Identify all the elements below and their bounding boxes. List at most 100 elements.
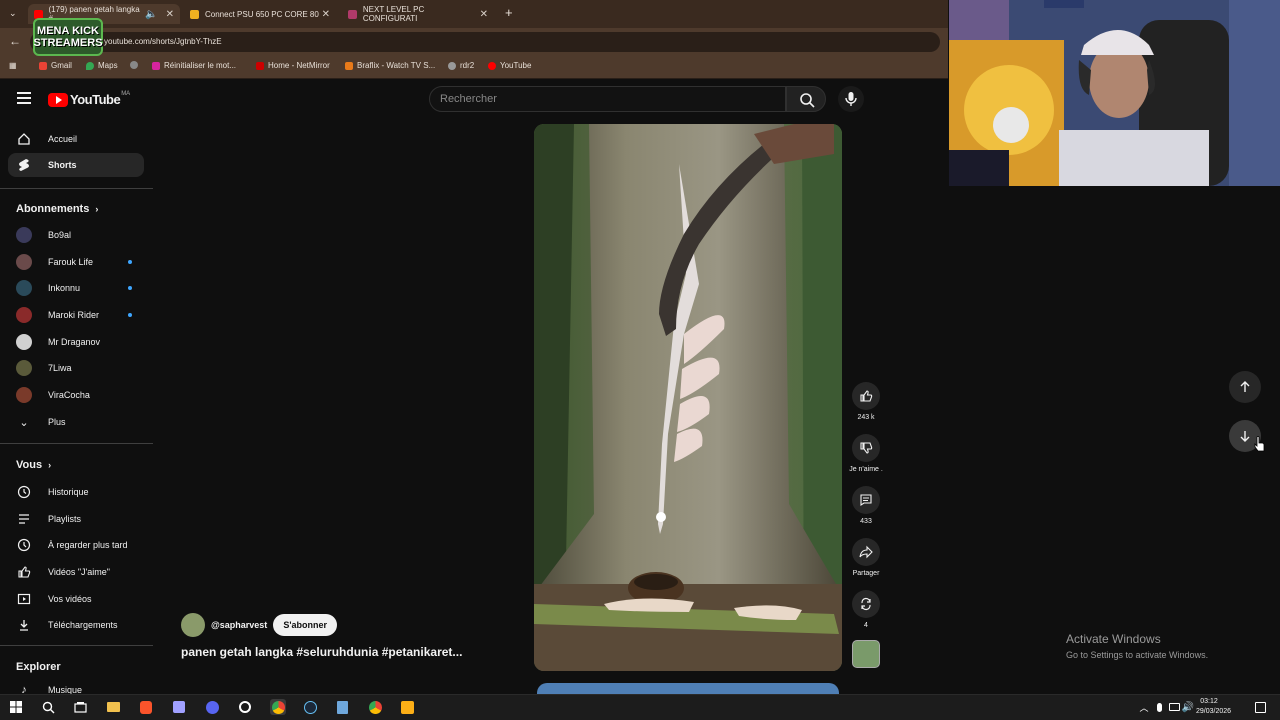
sidebar-item-playlists[interactable]: Playlists: [8, 507, 144, 531]
like-button[interactable]: [852, 382, 880, 410]
channel-avatar: [16, 360, 32, 376]
app-icon[interactable]: [237, 699, 253, 715]
bookmark-braflix[interactable]: Braflix - Watch TV S...: [345, 61, 435, 70]
search-button[interactable]: [786, 86, 826, 112]
taskbar-clock[interactable]: 03:12 29/03/2026: [1196, 697, 1231, 717]
gmail-icon: [39, 61, 47, 70]
tab-title: NEXT LEVEL PC CONFIGURATI: [362, 5, 425, 23]
tray-chevron-icon[interactable]: ︿: [1136, 699, 1152, 715]
tab-close-icon[interactable]: ✕: [322, 9, 330, 20]
chrome-icon[interactable]: [367, 699, 383, 715]
calendar-app-icon[interactable]: [171, 699, 187, 715]
bookmark-gmail[interactable]: Gmail: [39, 61, 72, 70]
sidebar-item-shorts[interactable]: Shorts: [8, 153, 144, 177]
brave-browser-icon[interactable]: [138, 699, 154, 715]
rockstar-launcher-icon[interactable]: [399, 699, 415, 715]
sidebar-item-liked[interactable]: Vidéos "J'aime": [8, 560, 144, 584]
comment-button[interactable]: [852, 486, 880, 514]
channel-avatar: [16, 254, 32, 270]
mic-icon: [845, 92, 857, 106]
search-icon[interactable]: [40, 699, 56, 715]
new-tab-button[interactable]: +: [505, 5, 513, 20]
task-view-icon[interactable]: [72, 699, 88, 715]
dislike-button[interactable]: [852, 434, 880, 462]
channel-avatar[interactable]: [181, 613, 205, 637]
back-arrow-icon[interactable]: ←: [9, 34, 21, 48]
sidebar-item-history[interactable]: Historique: [8, 480, 144, 504]
apps-grid-icon[interactable]: ▦: [9, 61, 17, 70]
dislike-action[interactable]: Je n'aime .: [849, 434, 883, 473]
bookmark-maps[interactable]: Maps: [86, 61, 118, 70]
short-title[interactable]: panen getah langka #seluruhdunia #petani…: [181, 645, 462, 659]
sidebar-item-bo9al[interactable]: Bo9al: [8, 223, 144, 247]
voice-search-button[interactable]: [838, 86, 864, 112]
tab-close-icon[interactable]: ✕: [166, 9, 174, 20]
remix-action[interactable]: 4: [852, 590, 880, 629]
sidebar-item-viracocha[interactable]: ViraCocha: [8, 383, 144, 407]
discord-icon[interactable]: [204, 699, 220, 715]
sidebar-item-your-videos[interactable]: Vos vidéos: [8, 587, 144, 611]
notifications-icon[interactable]: [1252, 699, 1268, 715]
subscriptions-header[interactable]: Abonnements ›: [16, 203, 98, 215]
chrome-active-icon[interactable]: [270, 699, 286, 715]
sidebar-item-more[interactable]: ⌄ Plus: [8, 410, 144, 434]
share-icon: [859, 545, 873, 559]
share-action[interactable]: Partager: [852, 538, 880, 577]
like-action[interactable]: 243 k: [852, 382, 880, 421]
channel-avatar: [16, 280, 32, 296]
sidebar-item-inkonnu[interactable]: Inkonnu: [8, 276, 144, 300]
audio-thumbnail[interactable]: [852, 640, 880, 668]
steam-icon[interactable]: [302, 699, 318, 715]
browser-tab[interactable]: NEXT LEVEL PC CONFIGURATI ✕: [342, 4, 494, 24]
url-field[interactable]: youtube.com/shorts/JgtnbY-ThzE: [30, 32, 940, 52]
browser-tab[interactable]: Connect PSU 650 PC CORE 80 ✕: [184, 4, 336, 24]
short-video-player[interactable]: [534, 124, 842, 671]
activate-windows-watermark: Activate Windows Go to Settings to activ…: [1066, 632, 1209, 660]
windows-start-icon[interactable]: [8, 699, 24, 715]
youtube-logo[interactable]: YouTube MA: [48, 91, 130, 107]
comment-count: 433: [860, 518, 872, 525]
microphone-icon[interactable]: [1151, 699, 1167, 715]
webcam-image: [949, 0, 1280, 186]
bookmark-netmirror[interactable]: Home - NetMirror: [256, 61, 330, 70]
sidebar-item-home[interactable]: Accueil: [8, 127, 144, 151]
bookmark-youtube[interactable]: YouTube: [488, 61, 531, 70]
tab-close-icon[interactable]: ✕: [480, 9, 488, 20]
comment-action[interactable]: 433: [852, 486, 880, 525]
playlists-icon: [16, 511, 32, 527]
streamer-webcam-overlay: [949, 0, 1280, 186]
channel-name[interactable]: @sapharvest: [211, 620, 267, 630]
watch-later-icon: [16, 537, 32, 553]
sidebar-item-maroki-rider[interactable]: Maroki Rider: [8, 303, 144, 327]
sidebar-item-downloads[interactable]: Téléchargements: [8, 613, 144, 637]
maps-icon: [86, 61, 94, 70]
bookmark-reset-password[interactable]: Réinitialiser le mot...: [152, 61, 236, 70]
notepad-icon[interactable]: [334, 699, 350, 715]
you-header[interactable]: Vous ›: [16, 459, 51, 471]
bookmark-link[interactable]: [130, 61, 142, 69]
share-button[interactable]: [852, 538, 880, 566]
comment-icon: [860, 494, 872, 507]
bookmark-rdr2[interactable]: rdr2: [448, 61, 474, 70]
remix-button[interactable]: [852, 590, 880, 618]
file-explorer-icon[interactable]: [105, 699, 121, 715]
sidebar-item-7liwa[interactable]: 7Liwa: [8, 356, 144, 380]
chevron-down-icon: ⌄: [19, 416, 29, 429]
tab-list-chevron-icon[interactable]: ⌄: [9, 8, 17, 19]
volume-icon[interactable]: 🔊: [1180, 699, 1196, 715]
sidebar-item-mr-draganov[interactable]: Mr Draganov: [8, 330, 144, 354]
streamer-logo-overlay: MENA KICK STREAMERS: [33, 18, 103, 56]
video-frame-image: [534, 124, 842, 671]
browser-tab-bar: ⌄ (179) panen getah langka # 🔈 ✕ Connect…: [0, 0, 948, 28]
youtube-icon: [488, 61, 496, 70]
hamburger-menu-icon[interactable]: [17, 92, 31, 104]
sidebar-item-watch-later[interactable]: À regarder plus tard: [8, 533, 144, 557]
subscribe-button[interactable]: S'abonner: [273, 614, 337, 636]
tab-favicon-icon: [348, 9, 357, 19]
search-input[interactable]: Rechercher: [429, 86, 786, 112]
previous-short-button[interactable]: [1229, 371, 1261, 403]
sidebar-item-farouk-life[interactable]: Farouk Life: [8, 250, 144, 274]
search-icon: [800, 93, 815, 108]
tab-audio-icon[interactable]: 🔈: [145, 9, 157, 20]
new-content-dot: [128, 260, 132, 264]
